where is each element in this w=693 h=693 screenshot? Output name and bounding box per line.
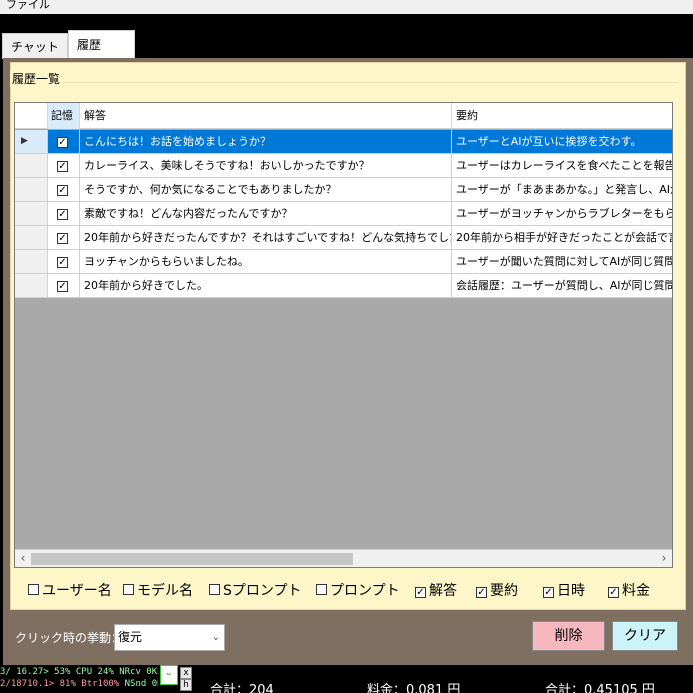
click-behavior-value: 復元 — [118, 630, 143, 644]
column-header-memory[interactable]: 記憶 — [48, 103, 80, 129]
groupbox-title: 履歴一覧 — [10, 70, 63, 87]
memory-checkbox[interactable]: ✓ — [48, 250, 80, 274]
memory-checkbox[interactable]: ✓ — [48, 226, 80, 250]
click-behavior-select[interactable]: 復元 ⌄ — [114, 624, 225, 651]
table-row[interactable]: ▶ ✓ こんにちは！お話を始めましょうか？ ユーザーとAIが互いに挨拶を交わす。 — [15, 130, 672, 154]
checkbox-check-icon: ✓ — [57, 208, 68, 220]
answer-cell[interactable]: ヨッチャンからもらいましたね。 — [80, 250, 452, 274]
option-label: 要約 — [490, 583, 518, 599]
column-header-summary[interactable]: 要約 — [452, 103, 672, 129]
checkbox-check-icon: ✓ — [57, 232, 68, 244]
summary-cell[interactable]: ユーザーが「まあまあかな。」と発言し、AIが — [452, 178, 672, 202]
option-label: モデル名 — [137, 583, 193, 599]
system-meter: 3/ 16.27> 53% CPU 24% NRcv 0KB 2/18710.1… — [0, 665, 158, 693]
summary-cell[interactable]: 20年前から相手が好きだったことが会話で言及 — [452, 226, 672, 250]
option-label: ユーザー名 — [42, 583, 112, 599]
meter-line-2-a: 2/18710.1> 81% Btr100% — [0, 679, 120, 689]
grid-corner-header[interactable] — [15, 103, 48, 129]
row-header[interactable] — [15, 154, 48, 178]
answer-cell[interactable]: そうですか、何か気になることでもありましたか？ — [80, 178, 452, 202]
checkbox-icon — [123, 584, 134, 595]
option-label: Sプロンプト — [223, 583, 302, 599]
history-grid[interactable]: 記憶 解答 要約 ▶ ✓ こんにちは！お話を始めましょうか？ ユーザーとAIが互… — [14, 102, 673, 568]
table-row[interactable]: ✓ カレーライス、美味しそうですね！おいしかったですか？ ユーザーはカレーライス… — [15, 154, 672, 178]
checkbox-check-icon: ✓ — [57, 280, 68, 292]
row-header[interactable] — [15, 178, 48, 202]
option-summary[interactable]: ✓ 要約 — [476, 580, 518, 600]
checkbox-icon — [316, 584, 327, 595]
clear-button[interactable]: クリア — [612, 621, 678, 651]
status-count: 合計：204 — [210, 683, 274, 693]
memory-checkbox[interactable]: ✓ — [48, 130, 80, 154]
option-label: 料金 — [622, 583, 650, 599]
answer-cell[interactable]: カレーライス、美味しそうですね！おいしかったですか？ — [80, 154, 452, 178]
summary-cell[interactable]: ユーザーがヨッチャンからラブレターをもらった — [452, 202, 672, 226]
status-total: 合計：0.45105 円 — [545, 683, 655, 693]
row-header[interactable] — [15, 250, 48, 274]
table-row[interactable]: ✓ 20年前から好きでした。 会話履歴：ユーザーが質問し、AIが同じ質問を — [15, 274, 672, 298]
tab-chat[interactable]: チャット — [2, 33, 68, 59]
answer-cell[interactable]: 20年前から好きでした。 — [80, 274, 452, 298]
option-answer[interactable]: ✓ 解答 — [415, 580, 457, 600]
answer-cell[interactable]: こんにちは！お話を始めましょうか？ — [80, 130, 452, 154]
summary-cell[interactable]: ユーザーが聞いた質問に対してAIが同じ質問を — [452, 250, 672, 274]
meter-line-2-b: NSnd 0KB — [124, 679, 158, 689]
meter-close-icon[interactable]: x — [180, 667, 192, 679]
checkbox-icon — [28, 584, 39, 595]
row-header[interactable] — [15, 202, 48, 226]
row-header[interactable] — [15, 226, 48, 250]
option-fee[interactable]: ✓ 料金 — [608, 580, 650, 600]
delete-button[interactable]: 削除 — [532, 621, 605, 651]
menu-file[interactable]: ファイル — [6, 0, 50, 11]
horizontal-scrollbar[interactable]: ‹ › — [15, 549, 672, 567]
option-model-name[interactable]: モデル名 — [123, 580, 193, 600]
memory-checkbox[interactable]: ✓ — [48, 178, 80, 202]
tab-history[interactable]: 履歴 — [68, 30, 135, 59]
checkbox-check-icon: ✓ — [57, 256, 68, 268]
checkbox-check-icon: ✓ — [608, 587, 619, 598]
table-row[interactable]: ✓ 20年前から好きだったんですか？それはすごいですね！どんな気持ちでしたか？ … — [15, 226, 672, 250]
grid-header: 記憶 解答 要約 — [15, 103, 672, 129]
summary-cell[interactable]: 会話履歴：ユーザーが質問し、AIが同じ質問を — [452, 274, 672, 298]
meter-line-1: 3/ 16.27> 53% CPU 24% NRcv 0KB — [0, 667, 158, 677]
chevron-down-icon[interactable]: ⌄ — [212, 625, 220, 650]
memory-checkbox[interactable]: ✓ — [48, 202, 80, 226]
scroll-right-icon[interactable]: › — [656, 550, 672, 567]
option-label: 解答 — [429, 583, 457, 599]
memory-checkbox[interactable]: ✓ — [48, 274, 80, 298]
table-row[interactable]: ✓ 素敵ですね！どんな内容だったんですか？ ユーザーがヨッチャンからラブレターを… — [15, 202, 672, 226]
summary-cell[interactable]: ユーザーはカレーライスを食べたことを報告し、 — [452, 154, 672, 178]
scroll-left-icon[interactable]: ‹ — [15, 550, 31, 567]
meter-line-2: 2/18710.1> 81% Btr100% NSnd 0KB — [0, 678, 158, 690]
memory-checkbox[interactable]: ✓ — [48, 154, 80, 178]
checkbox-icon — [209, 584, 220, 595]
checkbox-check-icon: ✓ — [57, 160, 68, 172]
status-fee: 料金：0.081 円 — [367, 683, 461, 693]
option-datetime[interactable]: ✓ 日時 — [543, 580, 585, 600]
checkbox-check-icon: ✓ — [415, 587, 426, 598]
option-label: プロンプト — [330, 583, 400, 599]
row-header[interactable] — [15, 274, 48, 298]
checkbox-check-icon: ✓ — [57, 184, 68, 196]
option-username[interactable]: ユーザー名 — [28, 580, 112, 600]
option-label: 日時 — [557, 583, 585, 599]
column-header-answer[interactable]: 解答 — [80, 103, 452, 129]
click-behavior-label: クリック時の挙動： — [15, 631, 124, 645]
option-prompt[interactable]: プロンプト — [316, 580, 400, 600]
groupbox-border — [14, 82, 678, 84]
table-row[interactable]: ✓ そうですか、何か気になることでもありましたか？ ユーザーが「まあまあかな。」… — [15, 178, 672, 202]
option-system-prompt[interactable]: Sプロンプト — [209, 580, 301, 600]
checkbox-check-icon: ✓ — [543, 587, 554, 598]
checkbox-check-icon: ✓ — [476, 587, 487, 598]
scrollbar-thumb[interactable] — [31, 553, 353, 565]
smiley-icon[interactable]: ᵕ — [160, 665, 178, 685]
row-header-current-icon[interactable]: ▶ — [15, 130, 48, 154]
table-row[interactable]: ✓ ヨッチャンからもらいましたね。 ユーザーが聞いた質問に対してAIが同じ質問を — [15, 250, 672, 274]
answer-cell[interactable]: 20年前から好きだったんですか？それはすごいですね！どんな気持ちでしたか？ — [80, 226, 452, 250]
summary-cell[interactable]: ユーザーとAIが互いに挨拶を交わす。 — [452, 130, 672, 154]
checkbox-check-icon: ✓ — [57, 136, 68, 148]
menu-bar: ファイル — [0, 0, 693, 14]
meter-hide-icon[interactable]: h — [180, 679, 192, 691]
answer-cell[interactable]: 素敵ですね！どんな内容だったんですか？ — [80, 202, 452, 226]
